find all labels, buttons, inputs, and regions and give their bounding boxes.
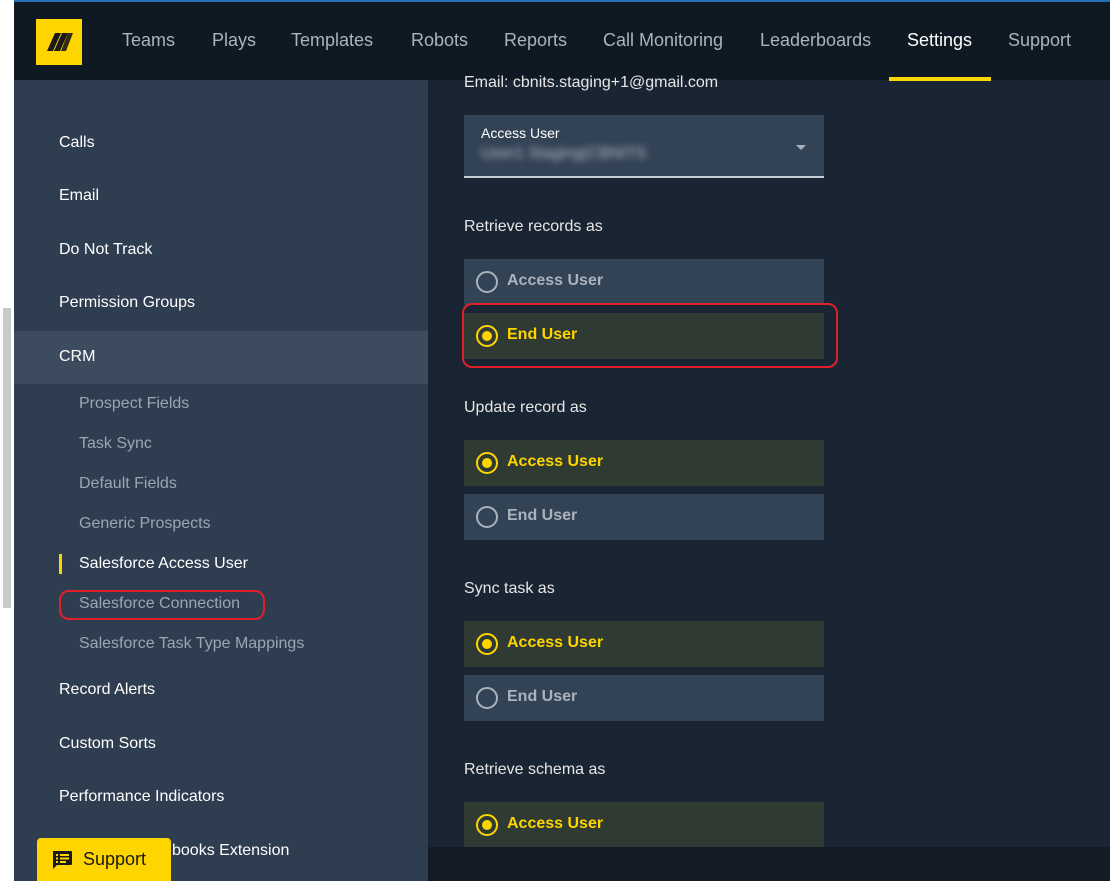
option-label: Access User	[507, 634, 604, 651]
option-label: End User	[507, 688, 578, 705]
option-label: Access User	[507, 815, 604, 832]
radio-selected-icon	[476, 814, 498, 836]
sidebar-subitem-salesforce-connection[interactable]: Salesforce Connection	[79, 595, 240, 613]
section-title-retrieve-schema: Retrieve schema as	[464, 761, 606, 778]
sidebar-subitem-salesforce-access-user[interactable]: Salesforce Access User	[79, 555, 248, 573]
feedback-icon	[53, 850, 72, 869]
update-record-option-end-user[interactable]: End User	[464, 494, 824, 540]
retrieve-records-option-end-user[interactable]: End User	[464, 313, 824, 359]
top-navigation-bar: Teams Plays Templates Robots Reports Cal…	[14, 0, 1110, 81]
app-logo[interactable]	[36, 19, 82, 65]
retrieve-records-option-access-user[interactable]: Access User	[464, 259, 824, 305]
sidebar-subitem-generic-prospects[interactable]: Generic Prospects	[79, 515, 211, 533]
section-title-retrieve-records: Retrieve records as	[464, 218, 603, 235]
nav-reports[interactable]: Reports	[504, 2, 567, 80]
nav-teams[interactable]: Teams	[122, 2, 175, 80]
sidebar-item-record-alerts[interactable]: Record Alerts	[59, 681, 155, 699]
radio-icon	[476, 271, 498, 293]
sidebar-item-books-extension[interactable]: books Extension	[172, 842, 289, 860]
access-user-select-label: Access User	[481, 125, 560, 141]
radio-selected-icon	[476, 325, 498, 347]
option-label: End User	[507, 507, 578, 524]
active-tab-indicator	[889, 77, 991, 81]
sidebar-subitem-salesforce-task-type-mappings[interactable]: Salesforce Task Type Mappings	[79, 635, 304, 653]
active-subitem-indicator	[59, 554, 62, 574]
option-label: End User	[507, 326, 578, 343]
sidebar-item-permission-groups[interactable]: Permission Groups	[59, 294, 195, 312]
left-scrollbar[interactable]	[0, 0, 14, 881]
access-user-select-value: User1 Staging(CBNITS	[481, 145, 647, 162]
nav-call-monitoring[interactable]: Call Monitoring	[603, 2, 723, 80]
radio-icon	[476, 687, 498, 709]
access-user-select[interactable]: Access User User1 Staging(CBNITS	[464, 115, 824, 178]
support-button-label: Support	[83, 849, 147, 869]
nav-support[interactable]: Support	[1008, 2, 1071, 80]
sidebar-subitem-default-fields[interactable]: Default Fields	[79, 475, 177, 493]
sidebar-subitem-prospect-fields[interactable]: Prospect Fields	[79, 395, 189, 413]
logo-slashes-icon	[47, 33, 73, 51]
sidebar-item-crm[interactable]: CRM	[59, 348, 95, 366]
scrollbar-thumb[interactable]	[3, 308, 11, 608]
sidebar-item-email[interactable]: Email	[59, 187, 99, 205]
retrieve-schema-option-access-user[interactable]: Access User	[464, 802, 824, 847]
sync-task-option-access-user[interactable]: Access User	[464, 621, 824, 667]
sidebar-item-performance-indicators[interactable]: Performance Indicators	[59, 788, 224, 806]
section-title-update-record: Update record as	[464, 399, 587, 416]
sidebar-item-do-not-track[interactable]: Do Not Track	[59, 241, 152, 259]
section-title-sync-task: Sync task as	[464, 580, 555, 597]
nav-leaderboards[interactable]: Leaderboards	[760, 2, 871, 80]
nav-settings[interactable]: Settings	[907, 2, 972, 80]
main-footer-strip	[428, 847, 1110, 881]
access-user-email: Email: cbnits.staging+1@gmail.com	[464, 74, 719, 91]
sidebar-item-custom-sorts[interactable]: Custom Sorts	[59, 735, 156, 753]
update-record-option-access-user[interactable]: Access User	[464, 440, 824, 486]
nav-templates[interactable]: Templates	[291, 2, 373, 80]
support-button[interactable]: Support	[37, 838, 171, 881]
option-label: Access User	[507, 272, 604, 289]
radio-selected-icon	[476, 633, 498, 655]
nav-robots[interactable]: Robots	[411, 2, 468, 80]
radio-icon	[476, 506, 498, 528]
nav-plays[interactable]: Plays	[212, 2, 256, 80]
sidebar-subitem-task-sync[interactable]: Task Sync	[79, 435, 152, 453]
settings-sidebar: Calls Email Do Not Track Permission Grou…	[14, 80, 428, 881]
dropdown-caret-icon	[796, 145, 806, 150]
sidebar-item-calls[interactable]: Calls	[59, 134, 95, 152]
radio-selected-icon	[476, 452, 498, 474]
sync-task-option-end-user[interactable]: End User	[464, 675, 824, 721]
option-label: Access User	[507, 453, 604, 470]
